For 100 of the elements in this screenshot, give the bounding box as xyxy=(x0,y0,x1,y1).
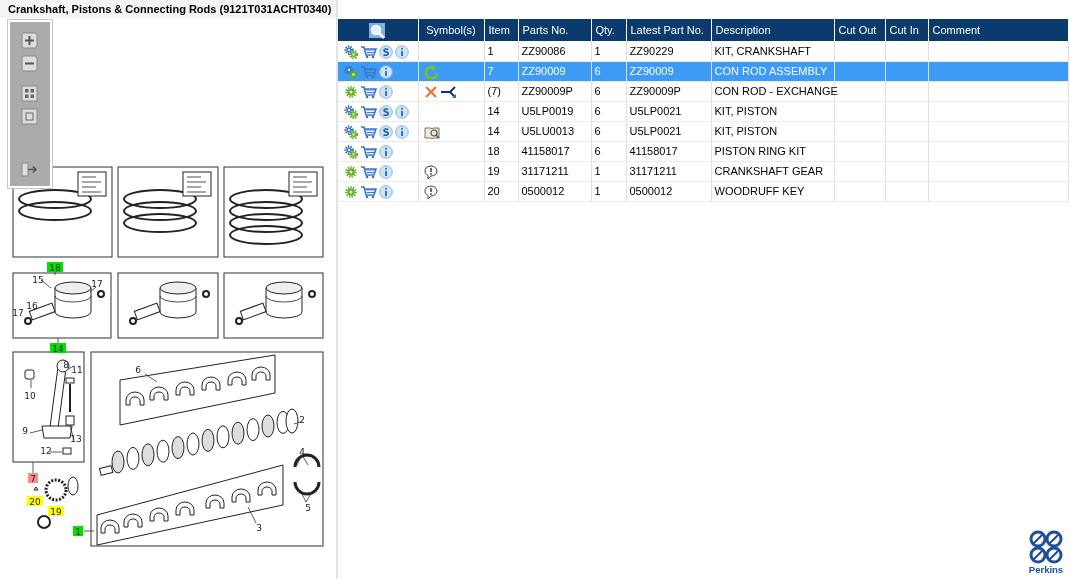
column-header[interactable]: Cut Out xyxy=(834,19,885,41)
logo-icon xyxy=(1028,530,1064,564)
table-row[interactable]: (7) ZZ90009P 6 ZZ90009P CON ROD - EXCHANGE xyxy=(338,81,1068,101)
info-icon[interactable] xyxy=(395,124,409,139)
table-cell: 1 xyxy=(591,181,626,201)
column-header[interactable]: Parts No. xyxy=(518,19,591,41)
column-header[interactable]: Cut In xyxy=(885,19,928,41)
info-icon[interactable] xyxy=(379,164,393,179)
table-cell: KIT, PISTON xyxy=(711,121,834,141)
table-cell: 41158017 xyxy=(518,141,591,161)
cart-icon[interactable] xyxy=(360,124,377,139)
cart-icon[interactable] xyxy=(360,84,377,99)
column-header[interactable]: Description xyxy=(711,19,834,41)
table-cell: U5LP0021 xyxy=(626,101,711,121)
fit-all-button[interactable] xyxy=(21,84,38,101)
info-icon[interactable] xyxy=(379,184,393,199)
key-drawing xyxy=(33,486,39,491)
table-cell: 1 xyxy=(484,41,518,61)
washer-drawing xyxy=(37,515,51,529)
table-cell: CRANKSHAFT GEAR xyxy=(711,161,834,181)
search-icon[interactable] xyxy=(367,21,386,39)
callout-number: 2 xyxy=(299,414,305,425)
info-icon[interactable] xyxy=(379,84,393,99)
note-icon[interactable] xyxy=(423,164,439,179)
leader-line xyxy=(296,454,309,466)
table-cell: ZZ90009P xyxy=(518,81,591,101)
leader-line xyxy=(32,461,34,475)
cart-icon[interactable] xyxy=(360,104,377,119)
zoom-in-button[interactable] xyxy=(21,31,38,48)
callout-number[interactable]: 1 xyxy=(75,526,81,537)
callout-number: 6 xyxy=(135,364,141,375)
info-icon[interactable] xyxy=(379,64,393,79)
table-cell: 14 xyxy=(484,121,518,141)
callout-number: 9 xyxy=(22,425,28,436)
table-row[interactable]: 19 31171211 1 31171211 CRANKSHAFT GEAR xyxy=(338,161,1068,181)
info-icon[interactable] xyxy=(395,104,409,119)
callout-number[interactable]: 14 xyxy=(52,343,64,354)
branch-icon[interactable] xyxy=(439,84,458,99)
gear-icon[interactable] xyxy=(344,164,358,179)
table-cell: 0500012 xyxy=(518,181,591,201)
table-row[interactable]: 20 0500012 1 0500012 WOODRUFF KEY xyxy=(338,181,1068,201)
leader-line xyxy=(29,429,43,434)
column-header[interactable]: Qty. xyxy=(591,19,626,41)
note-card-drawing xyxy=(182,171,212,197)
gears-icon[interactable] xyxy=(344,124,358,139)
column-header[interactable]: Symbol(s) xyxy=(418,19,484,41)
supersession-icon[interactable] xyxy=(379,44,393,59)
gears-icon[interactable] xyxy=(344,64,358,79)
table-cell: 6 xyxy=(591,101,626,121)
supersession-icon[interactable] xyxy=(379,104,393,119)
zoom-out-button[interactable] xyxy=(21,54,38,71)
table-cell: 20 xyxy=(484,181,518,201)
table-cell: PISTON RING KIT xyxy=(711,141,834,161)
cart-icon[interactable] xyxy=(360,164,377,179)
cross-icon[interactable] xyxy=(423,84,438,99)
leader-line xyxy=(57,337,59,344)
table-cell: (7) xyxy=(484,81,518,101)
logo-text: Perkins xyxy=(1028,564,1064,575)
supersession-icon[interactable] xyxy=(379,124,393,139)
callout-number[interactable]: 18 xyxy=(49,262,61,273)
book-icon[interactable] xyxy=(423,124,441,139)
cart-icon[interactable] xyxy=(360,184,377,199)
gears-icon[interactable] xyxy=(344,44,358,59)
gear-drawing xyxy=(44,476,79,502)
gears-icon[interactable] xyxy=(344,144,358,159)
table-row[interactable]: 18 41158017 6 41158017 PISTON RING KIT xyxy=(338,141,1068,161)
callout-number: 5 xyxy=(305,502,311,513)
table-row[interactable]: 14 U5LP0019 6 U5LP0021 KIT, PISTON xyxy=(338,101,1068,121)
callout-number: 12 xyxy=(40,445,52,456)
column-header[interactable]: Comment xyxy=(928,19,1068,41)
cart-icon[interactable] xyxy=(360,144,377,159)
leader-line xyxy=(89,286,97,293)
note-icon[interactable] xyxy=(423,184,439,199)
gears-icon[interactable] xyxy=(344,104,358,119)
note-card-drawing xyxy=(288,171,318,197)
gear-icon[interactable] xyxy=(344,184,358,199)
info-icon[interactable] xyxy=(395,44,409,59)
column-header[interactable]: Latest Part No. xyxy=(626,19,711,41)
export-button[interactable] xyxy=(21,160,38,177)
column-header[interactable]: Item xyxy=(484,19,518,41)
thrust-washer-drawing xyxy=(293,453,321,496)
callout-number[interactable]: 7 xyxy=(30,473,36,484)
leader-line xyxy=(293,421,301,425)
table-cell: U5LP0019 xyxy=(518,101,591,121)
callout-number: 17 xyxy=(91,278,103,289)
table-cell: 19 xyxy=(484,161,518,181)
table-cell: ZZ90009P xyxy=(626,81,711,101)
info-icon[interactable] xyxy=(379,144,393,159)
table-row[interactable]: 1 ZZ90086 1 ZZ90229 KIT, CRANKSHAFT xyxy=(338,41,1068,61)
callout-number: 10 xyxy=(24,390,36,401)
leader-line xyxy=(83,530,95,532)
leader-line xyxy=(49,451,63,453)
callout-number: 16 xyxy=(26,300,38,311)
gear-icon[interactable] xyxy=(344,84,358,99)
cart-icon[interactable] xyxy=(360,44,377,59)
table-row[interactable]: 14 U5LU0013 6 U5LP0021 KIT, PISTON xyxy=(338,121,1068,141)
callout-number: 8 xyxy=(63,359,69,370)
callout-number[interactable]: 19 xyxy=(50,506,62,517)
callout-number[interactable]: 20 xyxy=(29,496,41,507)
leader-line xyxy=(67,366,73,370)
